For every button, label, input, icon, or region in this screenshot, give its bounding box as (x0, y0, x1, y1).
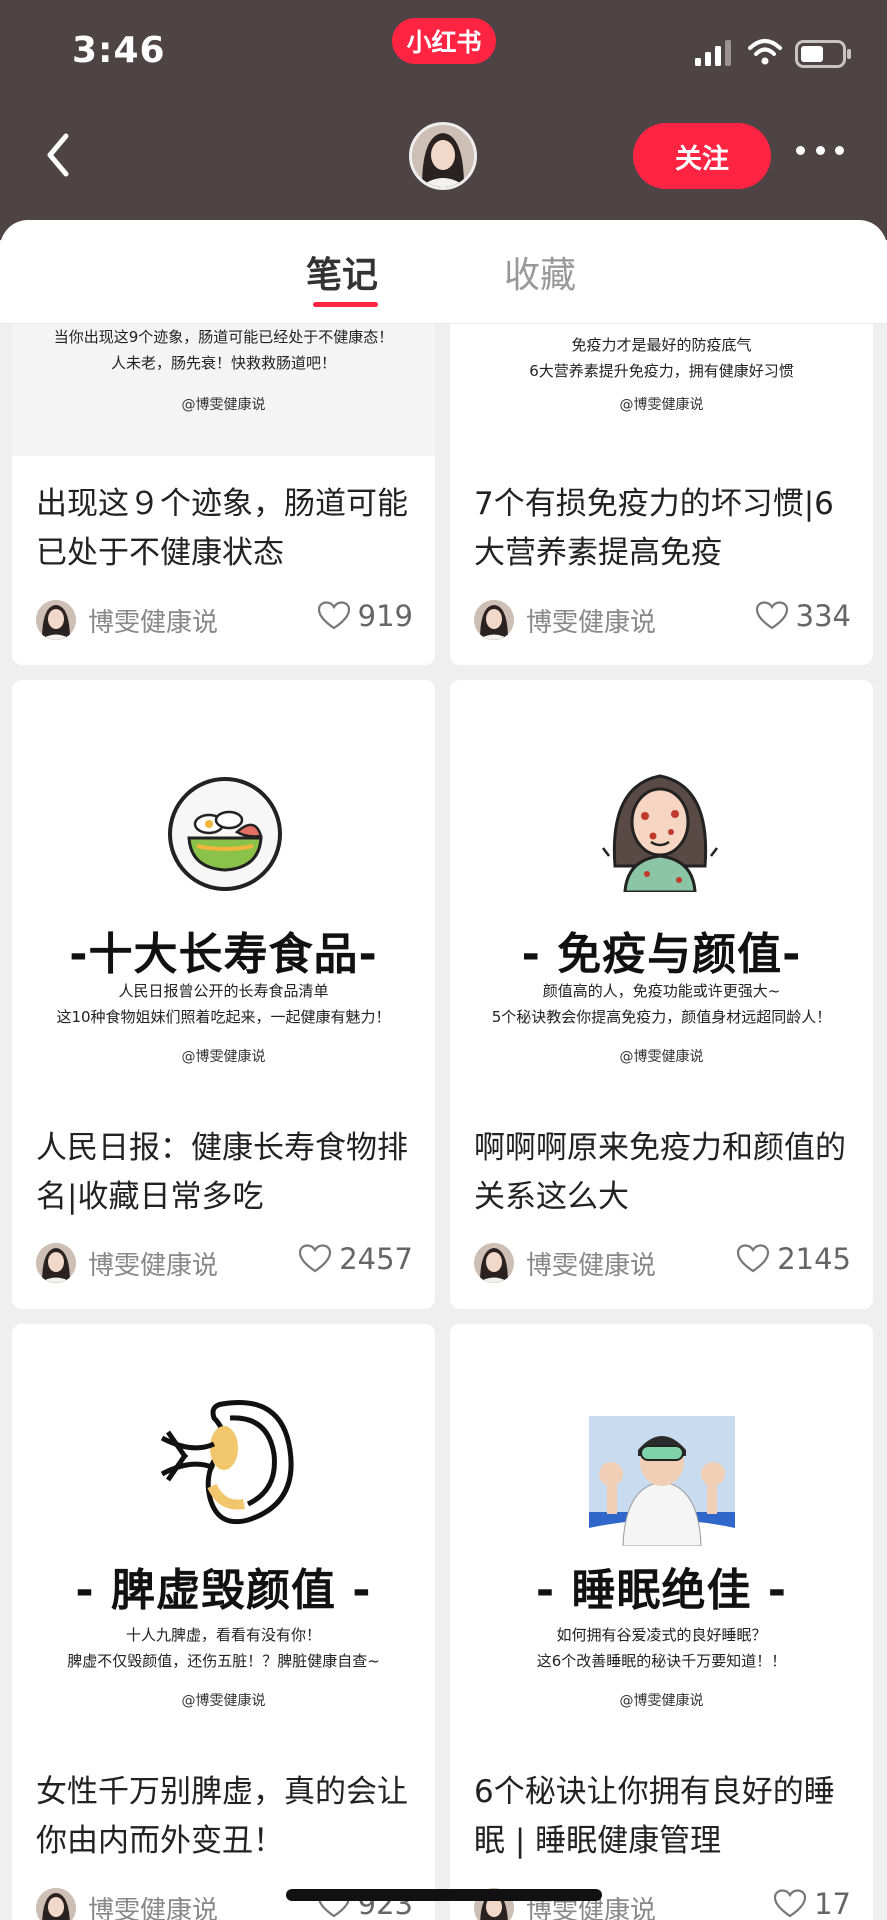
note-cover: 当你出现这9个迹象，肠道可能已经处于不健康态！ 人未老，肠先衰！快救救肠道吧！ … (12, 324, 435, 456)
like-count: 2145 (777, 1242, 851, 1276)
note-cover: 免疫力才是最好的防疫底气 6大营养素提升免疫力，拥有健康好习惯 @博雯健康说 (450, 324, 873, 456)
cover-line: 人民日报曾公开的长寿食品清单 (118, 982, 329, 1000)
cellular-signal-icon (695, 40, 731, 66)
note-title: 啊啊啊原来免疫力和颜值的关系这么大 (474, 1130, 846, 1215)
note-title: 出现这９个迹象，肠道可能已处于不健康状态 (36, 486, 408, 571)
sick-girl-icon (602, 774, 718, 892)
author-avatar (36, 1243, 76, 1283)
note-cover: -十大长寿食品- 人民日报曾公开的长寿食品清单 这10种食物姐妹们照着吃起来，一… (12, 680, 435, 1110)
app-badge: 小红书 (392, 18, 496, 64)
back-arrow-icon[interactable] (40, 130, 76, 180)
cover-line: 如何拥有谷爱凌式的良好睡眠？ (556, 1626, 767, 1644)
cover-handle: @博雯健康说 (181, 1693, 266, 1709)
tab-favorites[interactable]: 收藏 (504, 246, 576, 298)
cover-line: 6大营养素提升免疫力，拥有健康好习惯 (529, 362, 794, 380)
author-avatar (36, 1888, 76, 1920)
cover-handle: @博雯健康说 (181, 397, 266, 413)
note-author[interactable]: 博雯健康说 (36, 600, 218, 640)
like-count: 334 (795, 599, 851, 633)
author-name: 博雯健康说 (88, 607, 219, 638)
note-cover: - 免疫与颜值- 颜值高的人，免疫功能或许更强大~ 5个秘诀教会你提高免疫力，颜… (450, 680, 873, 1110)
cover-line: 这10种食物姐妹们照着吃起来，一起健康有魅力！ (56, 1008, 391, 1026)
food-bowl-icon (168, 777, 282, 891)
follow-button[interactable]: 关注 (633, 123, 771, 189)
note-card[interactable]: -十大长寿食品- 人民日报曾公开的长寿食品清单 这10种食物姐妹们照着吃起来，一… (12, 680, 435, 1309)
note-author[interactable]: 博雯健康说 (36, 1888, 218, 1920)
note-cover: - 睡眠绝佳 - 如何拥有谷爱凌式的良好睡眠？ 这6个改善睡眠的秘诀千万要知道！… (450, 1324, 873, 1754)
like-count: 919 (357, 599, 413, 633)
author-name: 博雯健康说 (88, 1250, 219, 1281)
note-title: 6个秘诀让你拥有良好的睡眠 | 睡眠健康管理 (474, 1774, 835, 1859)
note-title: 7个有损免疫力的坏习惯|6大营养素提高免疫 (474, 486, 834, 571)
profile-notes-screen: 3:46 小红书 关注 笔记 收藏 当你出现这9个迹象，肠道可能已经处于不健康态… (0, 0, 887, 1920)
author-avatar (474, 600, 514, 640)
like-count: 2457 (339, 1242, 413, 1276)
like-button[interactable]: 2145 (737, 1242, 851, 1276)
cover-line: 当你出现这9个迹象，肠道可能已经处于不健康态！ (53, 328, 394, 346)
note-author[interactable]: 博雯健康说 (36, 1243, 218, 1283)
note-card[interactable]: 当你出现这9个迹象，肠道可能已经处于不健康态！ 人未老，肠先衰！快救救肠道吧！ … (12, 324, 435, 665)
cover-line: 免疫力才是最好的防疫底气 (571, 336, 752, 354)
note-card[interactable]: - 免疫与颜值- 颜值高的人，免疫功能或许更强大~ 5个秘诀教会你提高免疫力，颜… (450, 680, 873, 1309)
heart-icon (737, 1244, 770, 1273)
heart-icon (299, 1244, 332, 1273)
heart-icon (774, 1889, 807, 1918)
note-card[interactable]: - 脾虚毁颜值 - 十人九脾虚，看看有没有你！ 脾虚不仅毁颜值，还伤五脏！？脾脏… (12, 1324, 435, 1920)
cover-line: 脾虚不仅毁颜值，还伤五脏！？脾脏健康自查~ (67, 1652, 380, 1670)
cover-heading: - 睡眠绝佳 - (535, 1565, 788, 1616)
note-card[interactable]: 免疫力才是最好的防疫底气 6大营养素提升免疫力，拥有健康好习惯 @博雯健康说 7… (450, 324, 873, 665)
author-name: 博雯健康说 (88, 1895, 219, 1920)
author-avatar (36, 600, 76, 640)
like-count: 17 (814, 1887, 851, 1920)
cover-line: 颜值高的人，免疫功能或许更强大~ (542, 982, 781, 1000)
home-indicator (286, 1889, 602, 1901)
cover-line: 十人九脾虚，看看有没有你！ (125, 1626, 321, 1644)
cover-heading: - 脾虚毁颜值 - (75, 1565, 372, 1616)
profile-tabs: 笔记 收藏 (0, 220, 887, 324)
active-tab-indicator (313, 302, 378, 307)
like-button[interactable]: 2457 (299, 1242, 413, 1276)
cover-heading: - 免疫与颜值- (521, 929, 802, 980)
heart-icon (317, 601, 350, 630)
cover-heading: -十大长寿食品- (69, 929, 378, 980)
heart-icon (755, 601, 788, 630)
battery-icon (795, 40, 851, 68)
cover-line: 人未老，肠先衰！快救救肠道吧！ (110, 354, 336, 372)
author-name: 博雯健康说 (526, 607, 657, 638)
note-title: 女性千万别脾虚，真的会让你由内而外变丑！ (36, 1774, 408, 1859)
tab-notes[interactable]: 笔记 (306, 246, 378, 298)
author-name: 博雯健康说 (526, 1250, 657, 1281)
status-time: 3:46 (72, 30, 166, 71)
like-button[interactable]: 334 (755, 599, 851, 633)
cover-handle: @博雯健康说 (619, 1049, 704, 1065)
like-button[interactable]: 17 (774, 1887, 851, 1920)
note-title: 人民日报：健康长寿食物排名|收藏日常多吃 (36, 1130, 408, 1215)
more-options-icon[interactable] (796, 146, 844, 160)
note-author[interactable]: 博雯健康说 (474, 1243, 656, 1283)
skier-photo (589, 1416, 735, 1546)
author-avatar (474, 1243, 514, 1283)
cover-line: 这6个改善睡眠的秘诀千万要知道！！ (536, 1652, 787, 1670)
cover-handle: @博雯健康说 (619, 1693, 704, 1709)
note-cover: - 脾虚毁颜值 - 十人九脾虚，看看有没有你！ 脾虚不仅毁颜值，还伤五脏！？脾脏… (12, 1324, 435, 1754)
cover-line: 5个秘诀教会你提高免疫力，颜值身材远超同龄人！ (491, 1008, 832, 1026)
note-author[interactable]: 博雯健康说 (474, 600, 656, 640)
cover-handle: @博雯健康说 (619, 397, 704, 413)
spleen-icon (160, 1400, 294, 1525)
profile-avatar[interactable] (409, 122, 477, 190)
wifi-icon (748, 39, 782, 65)
like-button[interactable]: 919 (317, 599, 413, 633)
note-card[interactable]: - 睡眠绝佳 - 如何拥有谷爱凌式的良好睡眠？ 这6个改善睡眠的秘诀千万要知道！… (450, 1324, 873, 1920)
profile-header: 3:46 小红书 关注 (0, 0, 887, 240)
cover-handle: @博雯健康说 (181, 1049, 266, 1065)
